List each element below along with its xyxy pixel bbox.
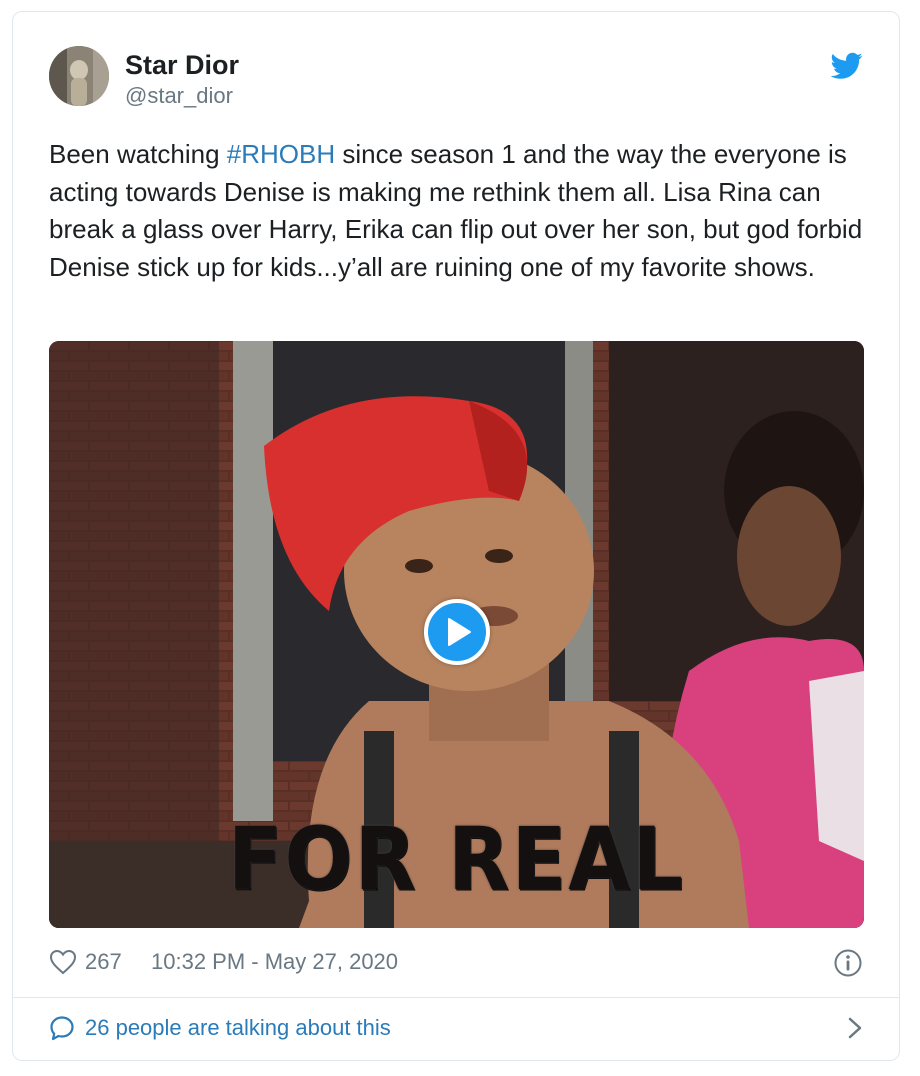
user-info: Star Dior @star_dior (125, 49, 239, 111)
media-video[interactable]: FOR REAL (49, 341, 864, 928)
chevron-right-icon[interactable] (847, 1016, 863, 1040)
media-caption: FOR REAL (227, 809, 686, 910)
display-name[interactable]: Star Dior (125, 49, 239, 81)
hashtag-link[interactable]: #RHOBH (227, 139, 335, 169)
tweet-text: Been watching #RHOBH since season 1 and … (49, 136, 869, 286)
tweet-header: Star Dior @star_dior (49, 46, 863, 110)
conversation-link[interactable]: 26 people are talking about this (49, 1010, 863, 1046)
info-icon[interactable] (833, 948, 863, 978)
tweet-text-part: Been watching (49, 139, 227, 169)
timestamp[interactable]: 10:32 PM - May 27, 2020 (151, 944, 398, 980)
comment-bubble-icon (50, 1016, 74, 1041)
play-icon (448, 618, 471, 646)
heart-icon[interactable] (49, 949, 77, 975)
avatar[interactable] (49, 46, 109, 106)
tweet-card[interactable]: Star Dior @star_dior Been watching #RHOB… (12, 11, 900, 1061)
twitter-bird-icon[interactable] (831, 52, 863, 80)
tweet-meta: 267 10:32 PM - May 27, 2020 (49, 944, 863, 980)
divider (13, 997, 899, 998)
play-button[interactable] (424, 599, 490, 665)
handle[interactable]: @star_dior (125, 81, 239, 111)
like-count[interactable]: 267 (85, 944, 122, 980)
talking-about-text[interactable]: 26 people are talking about this (85, 1010, 391, 1046)
